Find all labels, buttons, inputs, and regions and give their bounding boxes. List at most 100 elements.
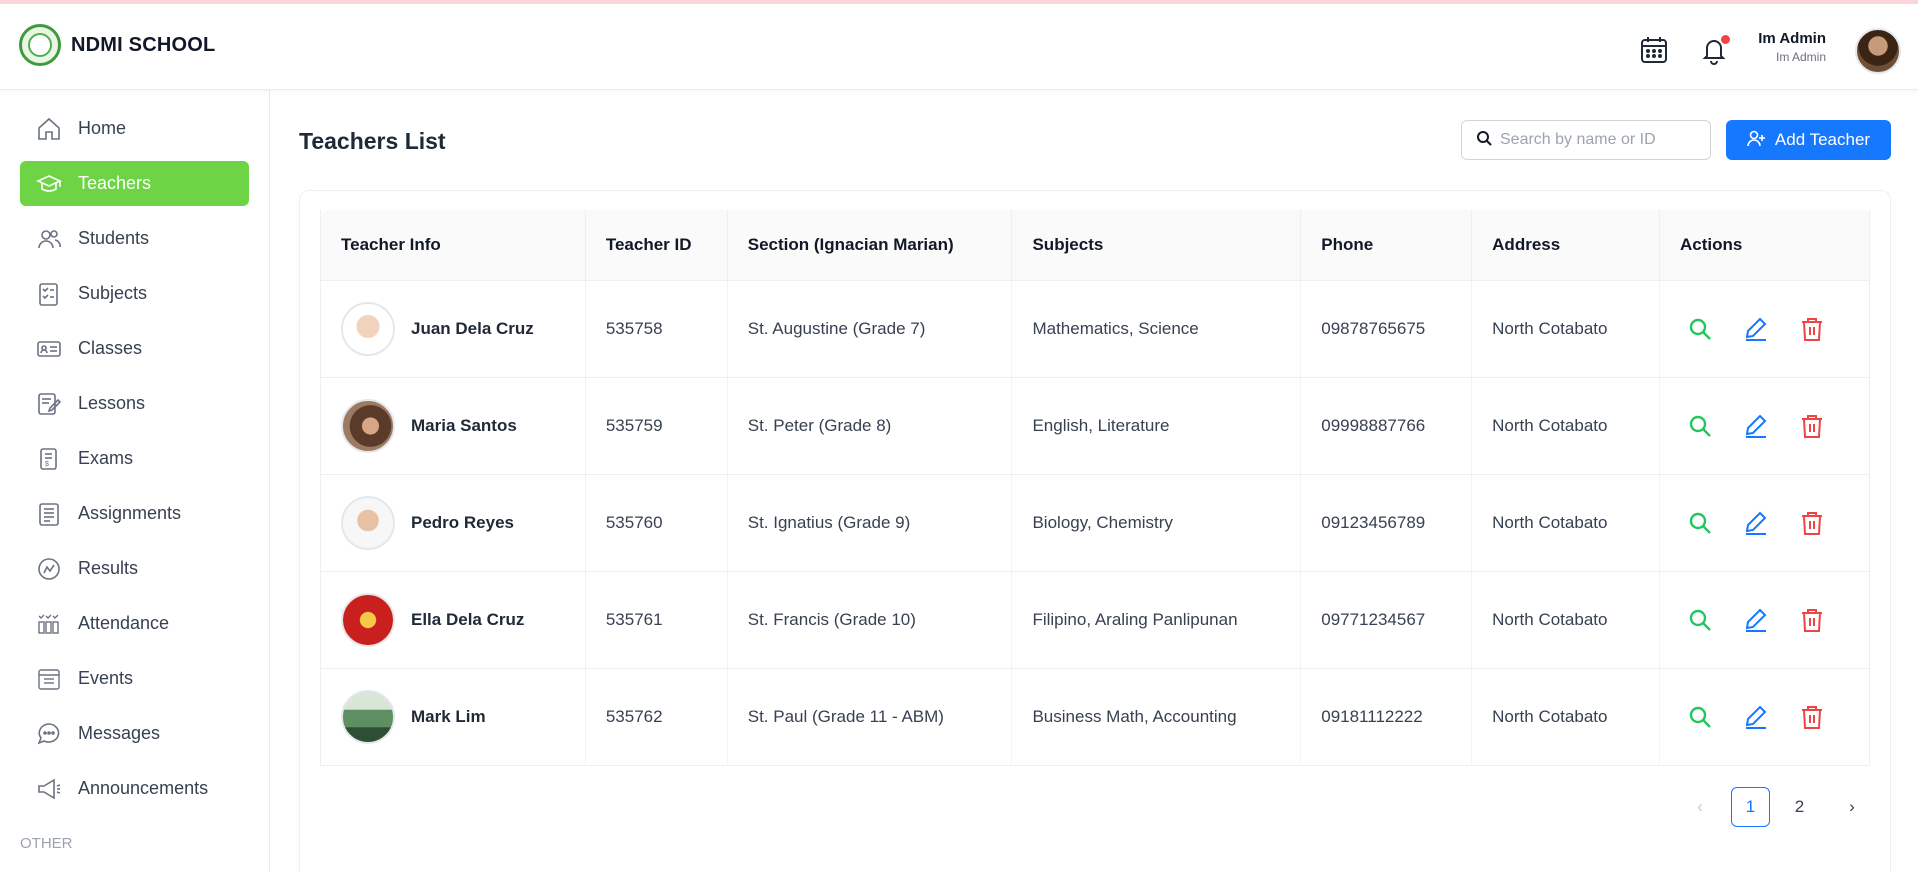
add-teacher-button[interactable]: Add Teacher: [1726, 120, 1891, 160]
svg-text:$: $: [45, 461, 49, 468]
calendar-icon: [26, 666, 72, 692]
teacher-section: St. Francis (Grade 10): [727, 571, 1013, 669]
chat-icon: [26, 721, 72, 747]
sidebar-item-label: Results: [78, 558, 139, 578]
teacher-address: North Cotabato: [1471, 571, 1661, 669]
sidebar-item-label: Home: [78, 118, 127, 138]
teacher-id: 535762: [585, 668, 728, 766]
sidebar-item-classes[interactable]: Classes: [20, 326, 249, 371]
teacher-phone: 09878765675: [1300, 280, 1473, 378]
attendance-icon: [26, 611, 72, 637]
row-actions: [1680, 412, 1869, 440]
sidebar-item-assignments[interactable]: Assignments: [20, 491, 249, 536]
table-row[interactable]: Mark Lim 535762 St. Paul (Grade 11 - ABM…: [320, 668, 1870, 766]
edit-icon[interactable]: [1742, 606, 1770, 634]
brand-name: NDMI SCHOOL: [71, 33, 216, 56]
user-role: Im Admin: [1775, 50, 1826, 64]
view-icon[interactable]: [1686, 703, 1714, 731]
sidebar-item-messages[interactable]: Messages: [20, 711, 249, 756]
teacher-address: North Cotabato: [1471, 474, 1661, 572]
delete-icon[interactable]: [1798, 606, 1826, 634]
search-input[interactable]: [1500, 131, 1700, 149]
teacher-subjects: Business Math, Accounting: [1011, 668, 1302, 766]
calendar-icon[interactable]: [1638, 34, 1670, 66]
avatar[interactable]: [1855, 28, 1901, 74]
teacher-name: Mark Lim: [411, 706, 486, 726]
teacher-id: 535761: [585, 571, 728, 669]
page-title: Teachers List: [299, 128, 446, 154]
sidebar: Home Teachers Students Subjects Classes …: [0, 90, 270, 872]
delete-icon[interactable]: [1798, 315, 1826, 343]
pagination-prev-button[interactable]: ‹: [1684, 787, 1716, 827]
teacher-name: Maria Santos: [411, 415, 517, 435]
delete-icon[interactable]: [1798, 412, 1826, 440]
table-row[interactable]: Pedro Reyes 535760 St. Ignatius (Grade 9…: [320, 474, 1870, 572]
sidebar-item-subjects[interactable]: Subjects: [20, 271, 249, 316]
table-row[interactable]: Ella Dela Cruz 535761 St. Francis (Grade…: [320, 571, 1870, 669]
column-header-teacher-info[interactable]: Teacher Info: [320, 210, 586, 281]
column-header-phone[interactable]: Phone: [1300, 210, 1473, 281]
top-header: NDMI SCHOOL Im Admin Im Admin: [0, 4, 1918, 90]
id-card-icon: [26, 336, 72, 362]
add-user-icon: [1747, 129, 1775, 152]
teacher-phone: 09998887766: [1300, 377, 1473, 475]
teacher-name: Ella Dela Cruz: [411, 609, 525, 629]
sidebar-item-announcements[interactable]: Announcements: [20, 766, 249, 811]
sidebar-item-lessons[interactable]: Lessons: [20, 381, 249, 426]
megaphone-icon: [26, 776, 72, 802]
edit-icon[interactable]: [1742, 412, 1770, 440]
sidebar-item-label: Teachers: [78, 173, 152, 193]
teacher-section: St. Ignatius (Grade 9): [727, 474, 1013, 572]
pagination-page-2[interactable]: 2: [1780, 787, 1819, 827]
home-icon: [26, 116, 72, 142]
sidebar-item-attendance[interactable]: Attendance: [20, 601, 249, 646]
teacher-subjects: Biology, Chemistry: [1011, 474, 1302, 572]
teachers-table: Teacher Info Teacher ID Section (Ignacia…: [320, 210, 1870, 766]
user-info[interactable]: Im Admin Im Admin: [1740, 30, 1826, 64]
user-name: Im Admin: [1758, 30, 1826, 47]
brand[interactable]: NDMI SCHOOL: [19, 24, 215, 66]
table-row[interactable]: Juan Dela Cruz 535758 St. Augustine (Gra…: [320, 280, 1870, 378]
sidebar-item-home[interactable]: Home: [20, 106, 249, 151]
edit-icon[interactable]: [1742, 315, 1770, 343]
teacher-id: 535760: [585, 474, 728, 572]
view-icon[interactable]: [1686, 606, 1714, 634]
sidebar-item-label: Exams: [78, 448, 134, 468]
pagination-page-1[interactable]: 1: [1731, 787, 1770, 827]
table-row[interactable]: Maria Santos 535759 St. Peter (Grade 8) …: [320, 377, 1870, 475]
sidebar-item-label: Announcements: [78, 778, 209, 798]
teacher-section: St. Augustine (Grade 7): [727, 280, 1013, 378]
search-box[interactable]: [1461, 120, 1711, 160]
pagination-next-button[interactable]: ›: [1836, 787, 1868, 827]
sidebar-item-label: Subjects: [78, 283, 148, 303]
delete-icon[interactable]: [1798, 509, 1826, 537]
sidebar-item-students[interactable]: Students: [20, 216, 249, 261]
column-header-address[interactable]: Address: [1471, 210, 1661, 281]
teacher-photo: [341, 689, 395, 744]
sidebar-item-exams[interactable]: $ Exams: [20, 436, 249, 481]
teacher-subjects: Filipino, Araling Panlipunan: [1011, 571, 1302, 669]
view-icon[interactable]: [1686, 315, 1714, 343]
sidebar-item-label: Lessons: [78, 393, 146, 413]
users-icon: [26, 226, 72, 252]
column-header-subjects[interactable]: Subjects: [1011, 210, 1302, 281]
row-actions: [1680, 509, 1869, 537]
teacher-address: North Cotabato: [1471, 280, 1661, 378]
teacher-section: St. Paul (Grade 11 - ABM): [727, 668, 1013, 766]
table-header-row: Teacher Info Teacher ID Section (Ignacia…: [320, 210, 1870, 281]
edit-icon[interactable]: [1742, 509, 1770, 537]
teacher-id: 535758: [585, 280, 728, 378]
edit-icon[interactable]: [1742, 703, 1770, 731]
sidebar-item-results[interactable]: Results: [20, 546, 249, 591]
sidebar-item-events[interactable]: Events: [20, 656, 249, 701]
school-logo-icon: [19, 24, 61, 66]
column-header-section[interactable]: Section (Ignacian Marian): [727, 210, 1013, 281]
sidebar-item-teachers[interactable]: Teachers: [20, 161, 249, 206]
document-icon: [26, 501, 72, 527]
view-icon[interactable]: [1686, 509, 1714, 537]
column-header-teacher-id[interactable]: Teacher ID: [585, 210, 728, 281]
view-icon[interactable]: [1686, 412, 1714, 440]
delete-icon[interactable]: [1798, 703, 1826, 731]
add-teacher-label: Add Teacher: [1774, 130, 1871, 149]
scroll-icon: $: [26, 446, 72, 472]
